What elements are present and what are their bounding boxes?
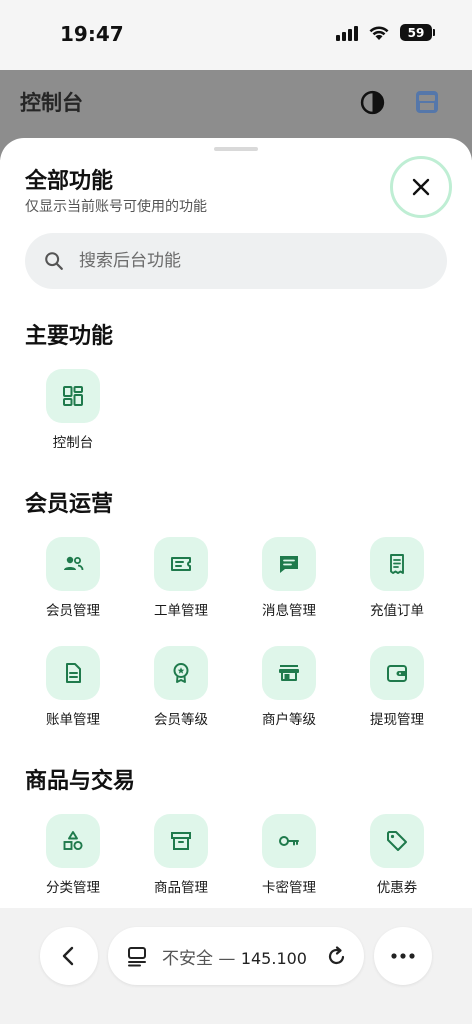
bill-icon [66, 663, 81, 683]
sheet-subtitle: 仅显示当前账号可使用的功能 [25, 199, 207, 215]
members-icon [64, 556, 84, 571]
function-dashboard[interactable]: 控制台 [19, 369, 127, 451]
app-title: 控制台 [20, 91, 83, 115]
section-title-members: 会员运营 [25, 492, 114, 517]
back-button[interactable] [40, 927, 98, 985]
receipt-icon [390, 554, 404, 574]
function-merchant-level[interactable]: 商户等级 [235, 646, 343, 728]
function-tile [370, 814, 424, 868]
storefront-icon[interactable] [413, 89, 441, 115]
address-bar[interactable]: 不安全 — 145.100 [108, 927, 364, 985]
tag-icon [387, 831, 407, 851]
function-label: 会员管理 [46, 603, 100, 619]
function-message-management[interactable]: 消息管理 [235, 537, 343, 619]
function-label: 商户等级 [262, 712, 316, 728]
reload-icon[interactable] [326, 945, 348, 967]
function-product-management[interactable]: 商品管理 [127, 814, 235, 896]
function-tile [46, 537, 100, 591]
function-tile [370, 537, 424, 591]
badge-icon [173, 663, 189, 683]
sheet-grabber[interactable] [214, 147, 258, 151]
security-label: 不安全 [162, 948, 213, 969]
function-ticket-management[interactable]: 工单管理 [127, 537, 235, 619]
ellipsis-icon [391, 953, 415, 959]
function-bill-management[interactable]: 账单管理 [19, 646, 127, 728]
function-tile [46, 369, 100, 423]
wifi-icon [369, 25, 389, 40]
function-member-level[interactable]: 会员等级 [127, 646, 235, 728]
close-icon [412, 178, 430, 196]
url-host: 145.100 [240, 948, 307, 968]
function-label: 工单管理 [154, 603, 208, 619]
function-label: 提现管理 [370, 712, 424, 728]
battery-icon: 59 [400, 24, 435, 41]
function-tile [154, 814, 208, 868]
function-label: 账单管理 [46, 712, 100, 728]
browser-toolbar: 不安全 — 145.100 [0, 908, 472, 1024]
theme-toggle-icon[interactable] [360, 90, 385, 115]
function-tile [262, 814, 316, 868]
url-separator: — [218, 948, 236, 969]
key-icon [279, 836, 299, 846]
function-label: 卡密管理 [262, 880, 316, 896]
store-icon [279, 665, 299, 681]
function-label: 控制台 [52, 435, 94, 451]
section-title-main: 主要功能 [25, 324, 114, 349]
category-icon [63, 831, 83, 851]
function-coupons[interactable]: 优惠券 [343, 814, 451, 896]
close-button[interactable] [390, 156, 452, 218]
function-label: 优惠券 [376, 880, 418, 896]
archive-icon [171, 832, 191, 850]
cellular-signal-icon [336, 25, 358, 41]
url-text: 不安全 — 145.100 [162, 944, 307, 969]
function-withdrawal-management[interactable]: 提现管理 [343, 646, 451, 728]
function-category-management[interactable]: 分类管理 [19, 814, 127, 896]
function-label: 充值订单 [370, 603, 424, 619]
function-tile [370, 646, 424, 700]
function-tile [262, 537, 316, 591]
search-input[interactable] [79, 251, 399, 271]
function-tile [262, 646, 316, 700]
search-bar[interactable] [25, 233, 447, 289]
search-icon [45, 252, 63, 270]
chevron-left-icon [62, 946, 74, 966]
ticket-icon [171, 557, 191, 571]
function-tile [46, 646, 100, 700]
section-title-goods: 商品与交易 [25, 769, 136, 794]
dashboard-icon [63, 386, 83, 406]
more-button[interactable] [374, 927, 432, 985]
function-label: 分类管理 [46, 880, 100, 896]
all-functions-sheet: 全部功能 仅显示当前账号可使用的功能 主要功能 控制台 会员运营 [0, 138, 472, 908]
wallet-icon [387, 665, 407, 682]
function-tile [154, 537, 208, 591]
function-tile [154, 646, 208, 700]
function-member-management[interactable]: 会员管理 [19, 537, 127, 619]
function-card-key-management[interactable]: 卡密管理 [235, 814, 343, 896]
status-bar: 19:47 59 [0, 0, 472, 70]
function-tile [46, 814, 100, 868]
function-label: 会员等级 [154, 712, 208, 728]
message-icon [280, 556, 298, 573]
function-label: 商品管理 [154, 880, 208, 896]
status-time: 19:47 [60, 22, 124, 46]
function-label: 消息管理 [262, 603, 316, 619]
status-icons: 59 [336, 24, 435, 41]
sheet-title: 全部功能 [25, 169, 114, 194]
function-recharge-orders[interactable]: 充值订单 [343, 537, 451, 619]
page-menu-icon[interactable] [126, 945, 148, 967]
